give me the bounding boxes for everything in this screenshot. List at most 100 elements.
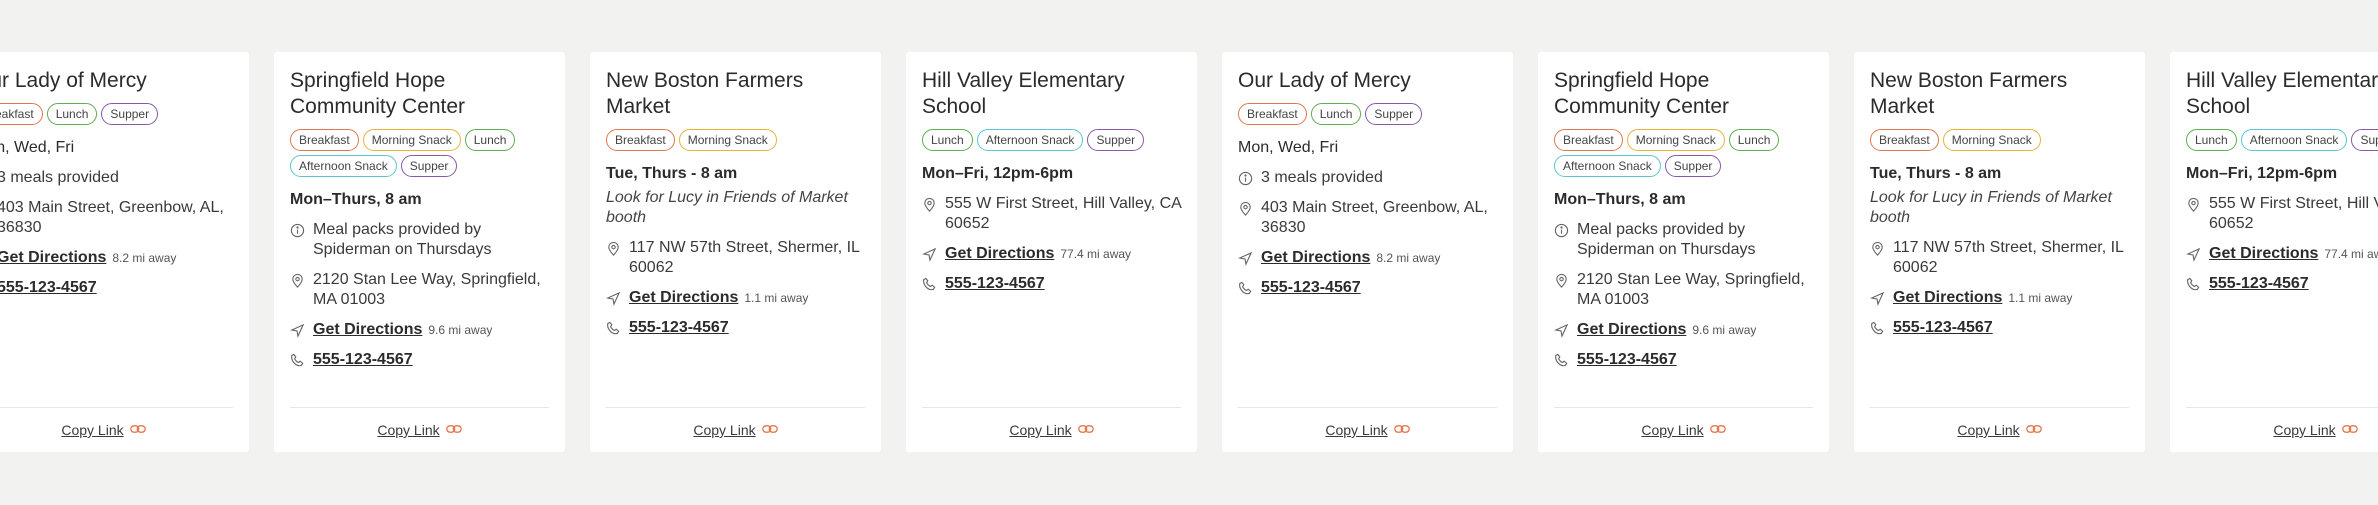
phone-link[interactable]: 555-123-4567 [313, 350, 413, 370]
meal-tag-morning-snack: Morning Snack [1942, 129, 2041, 151]
phone-link[interactable]: 555-123-4567 [0, 278, 97, 298]
directions-wrap: Get Directions 9.6 mi away [1577, 320, 1756, 340]
site-title: Springfield Hope Community Center [1554, 69, 1730, 118]
address-text: 555 W First Street, Hill Valley, CA 6065… [2209, 195, 2378, 232]
address-text: 2120 Stan Lee Way, Springfield, MA 01003 [1577, 271, 1805, 308]
link-icon[interactable] [1077, 422, 1094, 438]
phone-icon [922, 274, 937, 294]
link-icon[interactable] [445, 422, 462, 438]
site-card: New Boston Farmers Market Breakfast Mornin… [590, 52, 881, 452]
link-icon[interactable] [2341, 422, 2358, 438]
link-icon[interactable] [761, 422, 778, 438]
copy-link-button[interactable]: Copy Link [1009, 422, 1071, 438]
meal-tag-morning-snack: Morning Snack [1626, 129, 1725, 151]
schedule: Mon–Fri, 12pm-6pm [2186, 165, 2338, 182]
location-pin-row: 555 W First Street, Hill Valley, CA 6065… [2186, 194, 2378, 234]
schedule: Mon, Wed, Fri [0, 139, 75, 156]
phone-icon [1238, 278, 1253, 298]
phone-row: 555-123-4567 [0, 278, 233, 298]
card-footer: Copy Link [606, 407, 865, 452]
location-pin-icon [2186, 194, 2201, 214]
copy-link-button[interactable]: Copy Link [1957, 422, 2019, 438]
get-directions-link[interactable]: Get Directions [945, 245, 1054, 262]
phone-link[interactable]: 555-123-4567 [629, 318, 729, 338]
get-directions-link[interactable]: Get Directions [313, 321, 422, 338]
navigation-arrow-icon [922, 244, 937, 264]
phone-icon [1554, 350, 1569, 370]
meal-tag-lunch: Lunch [922, 129, 973, 151]
location-pin-icon [290, 270, 305, 290]
card-footer: Copy Link [1238, 407, 1497, 452]
get-directions-link[interactable]: Get Directions [1893, 289, 2002, 306]
copy-link-button[interactable]: Copy Link [61, 422, 123, 438]
phone-icon [606, 318, 621, 338]
directions-wrap: Get Directions 8.2 mi away [0, 248, 176, 268]
meal-tag-supper: Supper [1664, 155, 1722, 177]
get-directions-link[interactable]: Get Directions [629, 289, 738, 306]
directions-wrap: Get Directions 1.1 mi away [1893, 288, 2072, 308]
meal-tag-breakfast: Breakfast [1870, 129, 1939, 151]
copy-link-button[interactable]: Copy Link [1325, 422, 1387, 438]
address-text: 117 NW 57th Street, Shermer, IL 60062 [1893, 239, 2124, 276]
site-card: Hill Valley Elementary School Lunch Aftern… [906, 52, 1197, 452]
phone-row: 555-123-4567 [1554, 350, 1813, 370]
copy-link-button[interactable]: Copy Link [693, 422, 755, 438]
meal-tags: BreakfastLunchSupper [0, 103, 233, 125]
distance-text: 9.6 mi away [428, 323, 493, 337]
copy-link-button[interactable]: Copy Link [1641, 422, 1703, 438]
phone-icon [1870, 318, 1885, 338]
distance-text: 1.1 mi away [2008, 291, 2073, 305]
card-footer: Copy Link [922, 407, 1181, 452]
navigation-arrow-icon [606, 288, 621, 308]
info-text: 3 meals provided [0, 169, 119, 186]
site-title: Our Lady of Mercy [0, 69, 147, 92]
meal-tag-supper: Supper [2351, 129, 2378, 151]
site-card: Springfield Hope Community Center Breakfa… [274, 52, 565, 452]
location-pin-row: 2120 Stan Lee Way, Springfield, MA 01003 [290, 270, 549, 310]
schedule: Tue, Thurs - 8 am [606, 165, 738, 182]
meal-tags: Breakfast Morning Snack Lunch Afternoon Sna… [290, 129, 549, 177]
directions-wrap: Get Directions 8.2 mi away [1261, 248, 1440, 268]
site-title: New Boston Farmers Market [606, 69, 804, 118]
phone-link[interactable]: 555-123-4567 [1261, 278, 1361, 298]
site-cards-carousel: Our Lady of MercyBreakfastLunchSupperMon… [0, 52, 2378, 452]
site-title: New Boston Farmers Market [1870, 69, 2068, 118]
site-card: Hill Valley Elementary School Lunch Aftern… [2170, 52, 2378, 452]
info-icon [1554, 220, 1569, 240]
location-pin-icon [1554, 270, 1569, 290]
meal-tag-supper: Supper [1365, 103, 1423, 125]
link-icon[interactable] [1393, 422, 1410, 438]
location-pin-row: 555 W First Street, Hill Valley, CA 6065… [922, 194, 1181, 234]
phone-link[interactable]: 555-123-4567 [1577, 350, 1677, 370]
navigation-arrow-row: Get Directions 8.2 mi away [0, 248, 233, 268]
meal-tag-lunch: Lunch [2186, 129, 2237, 151]
location-pin-icon [1870, 238, 1885, 258]
meal-tags: LunchAfternoon SnackSupper [922, 129, 1181, 151]
meal-tag-supper: Supper [400, 155, 458, 177]
get-directions-link[interactable]: Get Directions [0, 249, 106, 266]
schedule: Mon, Wed, Fri [1238, 139, 1339, 156]
link-icon[interactable] [129, 422, 146, 438]
schedule: Mon–Thurs, 8 am [1554, 191, 1686, 208]
meal-tag-lunch: Lunch [464, 129, 516, 151]
link-icon[interactable] [2025, 422, 2042, 438]
directions-wrap: Get Directions 77.4 mi away [945, 244, 1131, 264]
navigation-arrow-row: Get Directions 77.4 mi away [2186, 244, 2378, 264]
schedule: Tue, Thurs - 8 am [1870, 165, 2002, 182]
phone-link[interactable]: 555-123-4567 [2209, 274, 2309, 294]
navigation-arrow-icon [2186, 244, 2201, 264]
phone-link[interactable]: 555-123-4567 [945, 274, 1045, 294]
site-title: Hill Valley Elementary School [922, 69, 1125, 118]
get-directions-link[interactable]: Get Directions [1261, 249, 1370, 266]
copy-link-button[interactable]: Copy Link [377, 422, 439, 438]
location-pin-row: 403 Main Street, Greenbow, AL, 36830 [0, 198, 233, 238]
copy-link-button[interactable]: Copy Link [2273, 422, 2335, 438]
link-icon[interactable] [1709, 422, 1726, 438]
meal-tag-breakfast: Breakfast [0, 103, 43, 125]
location-pin-row: 117 NW 57th Street, Shermer, IL 60062 [606, 238, 865, 278]
navigation-arrow-row: Get Directions 77.4 mi away [922, 244, 1181, 264]
address-text: 403 Main Street, Greenbow, AL, 36830 [0, 199, 224, 236]
get-directions-link[interactable]: Get Directions [2209, 245, 2318, 262]
get-directions-link[interactable]: Get Directions [1577, 321, 1686, 338]
phone-link[interactable]: 555-123-4567 [1893, 318, 1993, 338]
